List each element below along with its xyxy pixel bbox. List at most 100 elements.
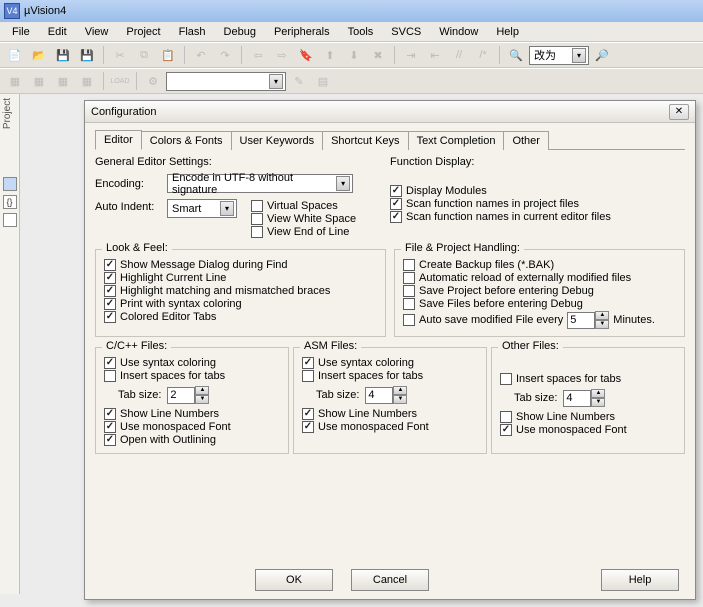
autosave-value[interactable] [567,312,595,329]
load-icon[interactable]: LOAD [109,71,131,91]
autoindent-combo[interactable]: Smart ▾ [167,199,237,218]
bookmark-icon[interactable]: 🔖 [295,45,317,65]
manage-icon[interactable]: ▤ [312,71,334,91]
tab-user-keywords[interactable]: User Keywords [232,131,324,150]
bookmark-prev-icon[interactable]: ⬆ [319,45,341,65]
spin-down-icon[interactable]: ▼ [195,395,209,404]
chevron-down-icon[interactable]: ▾ [572,48,586,63]
other-tabsize-value[interactable] [563,390,591,407]
menu-window[interactable]: Window [431,24,486,40]
autosave-spinner[interactable]: ▲▼ [567,311,609,329]
ok-button[interactable]: OK [255,569,333,591]
display-modules-checkbox[interactable]: ✓ [390,185,402,197]
asm-linenums-checkbox[interactable]: ✓ [302,408,314,420]
other-tabsize-spinner[interactable]: ▲▼ [563,389,605,407]
bookmark-next-icon[interactable]: ⬇ [343,45,365,65]
spin-down-icon[interactable]: ▼ [595,320,609,329]
save-icon[interactable]: 💾 [52,45,74,65]
other-linenums-checkbox[interactable] [500,411,512,423]
redo-icon[interactable]: ↷ [214,45,236,65]
open-file-icon[interactable]: 📂 [28,45,50,65]
bookmark-clear-icon[interactable]: ✖ [367,45,389,65]
encoding-combo[interactable]: Encode in UTF-8 without signature ▾ [167,174,353,193]
side-icon-1[interactable] [3,177,17,191]
asm-mono-checkbox[interactable]: ✓ [302,421,314,433]
close-icon[interactable]: ✕ [669,104,689,120]
ccpp-outlining-checkbox[interactable]: ✓ [104,434,116,446]
spin-down-icon[interactable]: ▼ [393,395,407,404]
menu-flash[interactable]: Flash [171,24,214,40]
nav-back-icon[interactable]: ⇦ [247,45,269,65]
chevron-down-icon[interactable]: ▾ [269,74,283,89]
spin-down-icon[interactable]: ▼ [591,398,605,407]
menu-help[interactable]: Help [488,24,527,40]
save-files-checkbox[interactable] [403,298,415,310]
ccpp-tabsize-spinner[interactable]: ▲▼ [167,386,209,404]
ccpp-syntax-checkbox[interactable]: ✓ [104,357,116,369]
find-combo[interactable]: 改为 ▾ [529,46,589,65]
ccpp-linenums-checkbox[interactable]: ✓ [104,408,116,420]
backup-checkbox[interactable] [403,259,415,271]
colored-tabs-checkbox[interactable]: ✓ [104,311,116,323]
spin-up-icon[interactable]: ▲ [595,311,609,320]
find-icon[interactable]: 🔎 [591,45,613,65]
save-proj-checkbox[interactable] [403,285,415,297]
target-options-icon[interactable]: ⚙ [142,71,164,91]
other-insert-tabs-checkbox[interactable] [500,373,512,385]
comment-icon[interactable]: // [448,45,470,65]
find-folder-icon[interactable]: 🔍 [505,45,527,65]
ccpp-insert-tabs-checkbox[interactable] [104,370,116,382]
spin-up-icon[interactable]: ▲ [393,386,407,395]
chevron-down-icon[interactable]: ▾ [220,201,234,216]
batch-build-icon[interactable]: ▦ [76,71,98,91]
ccpp-tabsize-value[interactable] [167,387,195,404]
hilite-braces-checkbox[interactable]: ✓ [104,285,116,297]
menu-svcs[interactable]: SVCS [383,24,429,40]
tab-text-completion[interactable]: Text Completion [409,131,505,150]
hilite-line-checkbox[interactable]: ✓ [104,272,116,284]
help-button[interactable]: Help [601,569,679,591]
asm-insert-tabs-checkbox[interactable] [302,370,314,382]
tab-other[interactable]: Other [504,131,549,150]
menu-peripherals[interactable]: Peripherals [266,24,338,40]
new-file-icon[interactable]: 📄 [4,45,26,65]
virtual-spaces-checkbox[interactable] [251,200,263,212]
autoreload-checkbox[interactable] [403,272,415,284]
side-icon-braces[interactable]: {} [3,195,17,209]
paste-icon[interactable]: 📋 [157,45,179,65]
asm-tabsize-value[interactable] [365,387,393,404]
tab-shortcut-keys[interactable]: Shortcut Keys [323,131,408,150]
menu-view[interactable]: View [77,24,117,40]
project-tab[interactable]: Project [0,94,15,133]
tab-colors-fonts[interactable]: Colors & Fonts [142,131,232,150]
nav-fwd-icon[interactable]: ⇨ [271,45,293,65]
menu-project[interactable]: Project [118,24,168,40]
rebuild-icon[interactable]: ▦ [52,71,74,91]
menu-file[interactable]: File [4,24,38,40]
save-all-icon[interactable]: 💾 [76,45,98,65]
options-icon[interactable]: ✎ [288,71,310,91]
copy-icon[interactable]: ⧉ [133,45,155,65]
menu-edit[interactable]: Edit [40,24,75,40]
scan-editor-checkbox[interactable]: ✓ [390,211,402,223]
side-icon-3[interactable] [3,213,17,227]
build-icon[interactable]: ▦ [4,71,26,91]
asm-tabsize-spinner[interactable]: ▲▼ [365,386,407,404]
msg-dialog-checkbox[interactable]: ✓ [104,259,116,271]
target-combo[interactable]: ▾ [166,72,286,91]
cut-icon[interactable]: ✂ [109,45,131,65]
menu-tools[interactable]: Tools [340,24,382,40]
uncomment-icon[interactable]: /* [472,45,494,65]
indent-icon[interactable]: ⇥ [400,45,422,65]
cancel-button[interactable]: Cancel [351,569,429,591]
tab-editor[interactable]: Editor [95,130,142,150]
view-eol-checkbox[interactable] [251,226,263,238]
menu-debug[interactable]: Debug [216,24,264,40]
spin-up-icon[interactable]: ▲ [195,386,209,395]
ccpp-mono-checkbox[interactable]: ✓ [104,421,116,433]
asm-syntax-checkbox[interactable]: ✓ [302,357,314,369]
print-color-checkbox[interactable]: ✓ [104,298,116,310]
undo-icon[interactable]: ↶ [190,45,212,65]
autosave-checkbox[interactable] [403,314,415,326]
chevron-down-icon[interactable]: ▾ [336,176,350,191]
